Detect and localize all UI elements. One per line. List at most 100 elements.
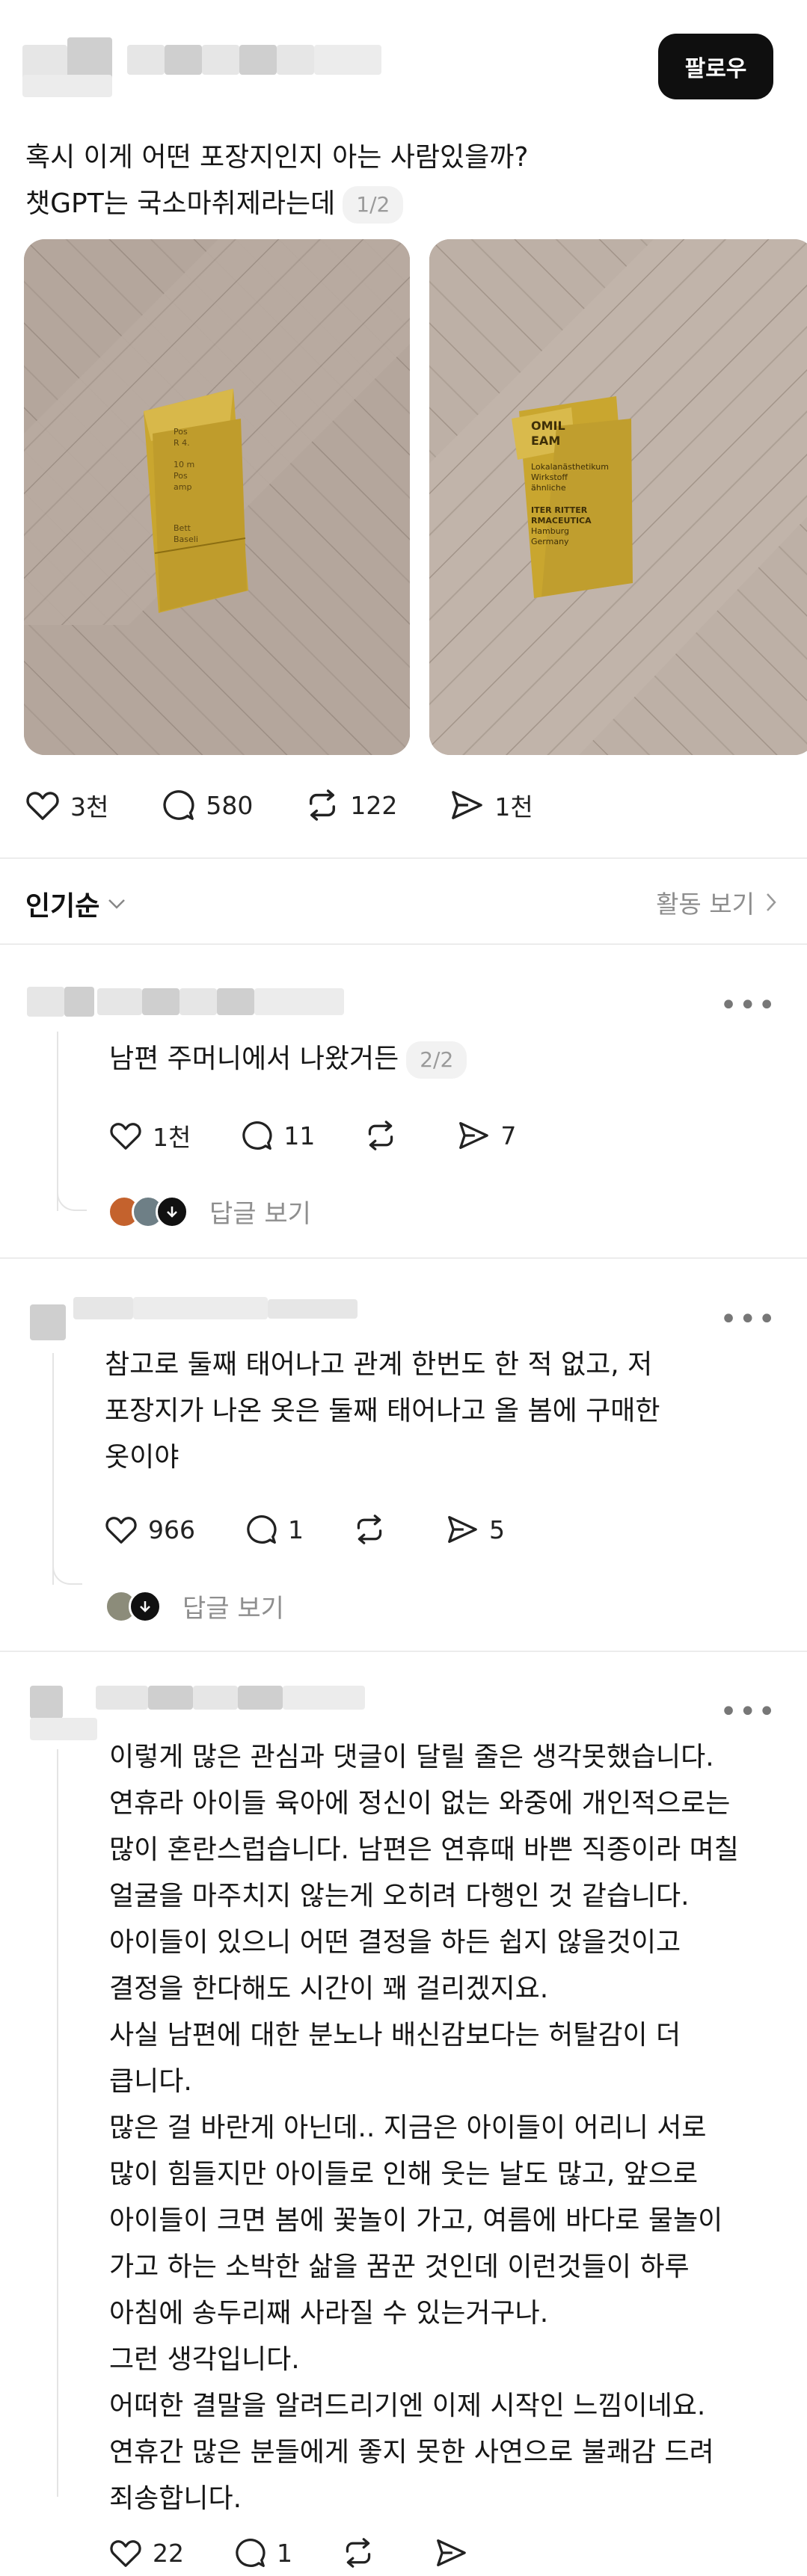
share-button[interactable]: 5 [446, 1515, 505, 1544]
packet-left-line: Baseli [174, 534, 198, 544]
view-replies-label: 답글 보기 [182, 1594, 284, 1624]
packet-right-line: Wirkstoff [531, 472, 568, 482]
arrow-down-icon [140, 1600, 150, 1612]
thread-line [52, 1353, 54, 1585]
repost-icon [346, 2538, 371, 2568]
page-indicator: 2/2 [406, 1041, 467, 1079]
packet-left-line: Pos [174, 427, 188, 437]
like-button[interactable]: 22 [109, 2538, 184, 2568]
reply-count: 1 [288, 1515, 304, 1544]
avatar [129, 1589, 162, 1623]
comment-count: 580 [206, 790, 254, 820]
send-icon [452, 791, 483, 819]
send-icon [459, 1122, 489, 1149]
comment-icon [242, 1121, 272, 1150]
view-replies-link[interactable]: 답글 보기 [105, 1588, 284, 1624]
comment-icon [163, 790, 194, 820]
repost-button[interactable] [353, 1515, 396, 1544]
packet-left-line: amp [174, 482, 192, 492]
more-options-icon[interactable]: ••• [719, 1697, 777, 1727]
repost-button[interactable] [364, 1121, 408, 1150]
divider [0, 943, 807, 945]
packet-right-line: EAM [531, 434, 561, 448]
packet-right-line: Germany [531, 537, 569, 546]
like-button[interactable]: 966 [105, 1515, 195, 1544]
like-count: 22 [153, 2538, 184, 2568]
post-body: 혹시 이게 어떤 포장지인지 아는 사람있을까? 챗GPT는 국소마취제라는데 [25, 142, 529, 219]
packet-left-line: Bett [174, 523, 191, 533]
chevron-right-icon [767, 893, 776, 911]
reply-button[interactable]: 1 [233, 2537, 292, 2569]
avatar [156, 1195, 188, 1228]
packet-right-line: ähnliche [531, 483, 566, 493]
divider [0, 857, 807, 859]
like-button[interactable]: 1천 [109, 1118, 191, 1153]
view-replies-link[interactable]: 답글 보기 [108, 1193, 311, 1230]
heart-icon [110, 1123, 141, 1150]
share-count: 1천 [494, 792, 533, 822]
comment-action-bar: 966 1 5 [105, 1514, 505, 1545]
packet-left-line: Pos [174, 471, 188, 481]
view-replies-label: 답글 보기 [209, 1199, 311, 1229]
comment-button[interactable]: 580 [161, 789, 253, 822]
reply-count: 11 [283, 1121, 316, 1150]
divider [0, 1651, 807, 1652]
reply-avatars [105, 1589, 162, 1623]
reply-count: 1 [277, 2538, 292, 2568]
comment-body: 남편 주머니에서 나왔거든 [109, 1044, 399, 1074]
share-count: 5 [489, 1515, 505, 1544]
comment-text: 이렇게 많은 관심과 댓글이 달릴 줄은 생각못했습니다. 연휴라 아이들 육아… [109, 1742, 739, 2514]
like-count: 966 [148, 1515, 195, 1544]
packet-right-line: RMACEUTICA [531, 516, 592, 526]
chevron-down-icon [108, 899, 126, 909]
sort-label: 인기순 [25, 891, 100, 922]
packet-right-line: Lokalanästhetikum [531, 462, 609, 472]
repost-count: 122 [350, 790, 398, 820]
repost-button[interactable]: 122 [305, 789, 397, 821]
send-icon [448, 1516, 477, 1543]
follow-button[interactable]: 팔로우 [658, 34, 773, 99]
page-indicator: 1/2 [343, 186, 404, 224]
comment-action-bar: 22 1 [109, 2537, 478, 2569]
packet-left-print: Pos R 4. 10 m Pos amp Bett Baseli [174, 426, 256, 545]
share-button[interactable]: 7 [457, 1121, 516, 1150]
repost-button[interactable] [342, 2538, 385, 2568]
repost-icon [310, 789, 336, 821]
comment-text: 남편 주머니에서 나왔거든 2/2 [109, 1036, 467, 1082]
comment-text: 참고로 둘째 태어나고 관계 한번도 한 적 없고, 저 포장지가 나온 옷은 … [105, 1349, 660, 1473]
packet-right-line: OMIL [531, 419, 565, 433]
more-options-icon[interactable]: ••• [719, 1304, 777, 1334]
thread-curve [52, 1555, 82, 1585]
heart-icon [105, 1517, 137, 1544]
packet-left-line: 10 m [174, 460, 195, 469]
share-button[interactable]: 1천 [449, 787, 533, 823]
thread-curve [57, 1181, 87, 1211]
like-count: 3천 [70, 792, 109, 822]
share-button[interactable] [435, 2538, 478, 2568]
arrow-down-icon [167, 1206, 177, 1218]
heart-icon [110, 2540, 141, 2567]
repost-icon [369, 1121, 393, 1150]
packet-right-line: Hamburg [531, 526, 569, 536]
like-count: 1천 [153, 1123, 191, 1152]
repost-icon [357, 1515, 382, 1544]
like-button[interactable]: 3천 [25, 787, 108, 823]
share-count: 7 [500, 1121, 517, 1150]
packet-left-line: R 4. [174, 438, 190, 448]
reply-avatars [108, 1195, 188, 1228]
reply-button[interactable]: 1 [245, 1514, 304, 1545]
reply-button[interactable]: 11 [240, 1120, 315, 1151]
heart-icon [26, 792, 59, 820]
packet-right-line: ITER RITTER [531, 505, 588, 515]
post-text: 혹시 이게 어떤 포장지인지 아는 사람있을까? 챗GPT는 국소마취제라는데 1… [25, 135, 773, 227]
post-action-bar: 3천 580 122 1천 [25, 787, 533, 823]
thread-line [57, 1749, 58, 2497]
sort-dropdown[interactable]: 인기순 [25, 884, 126, 923]
comment-icon [247, 1515, 277, 1544]
more-options-icon[interactable]: ••• [719, 990, 777, 1020]
send-icon [437, 2539, 466, 2566]
divider [0, 1257, 807, 1259]
comment-icon [236, 2539, 266, 2567]
activity-link[interactable]: 활동 보기 [656, 884, 777, 920]
activity-label: 활동 보기 [656, 890, 755, 919]
